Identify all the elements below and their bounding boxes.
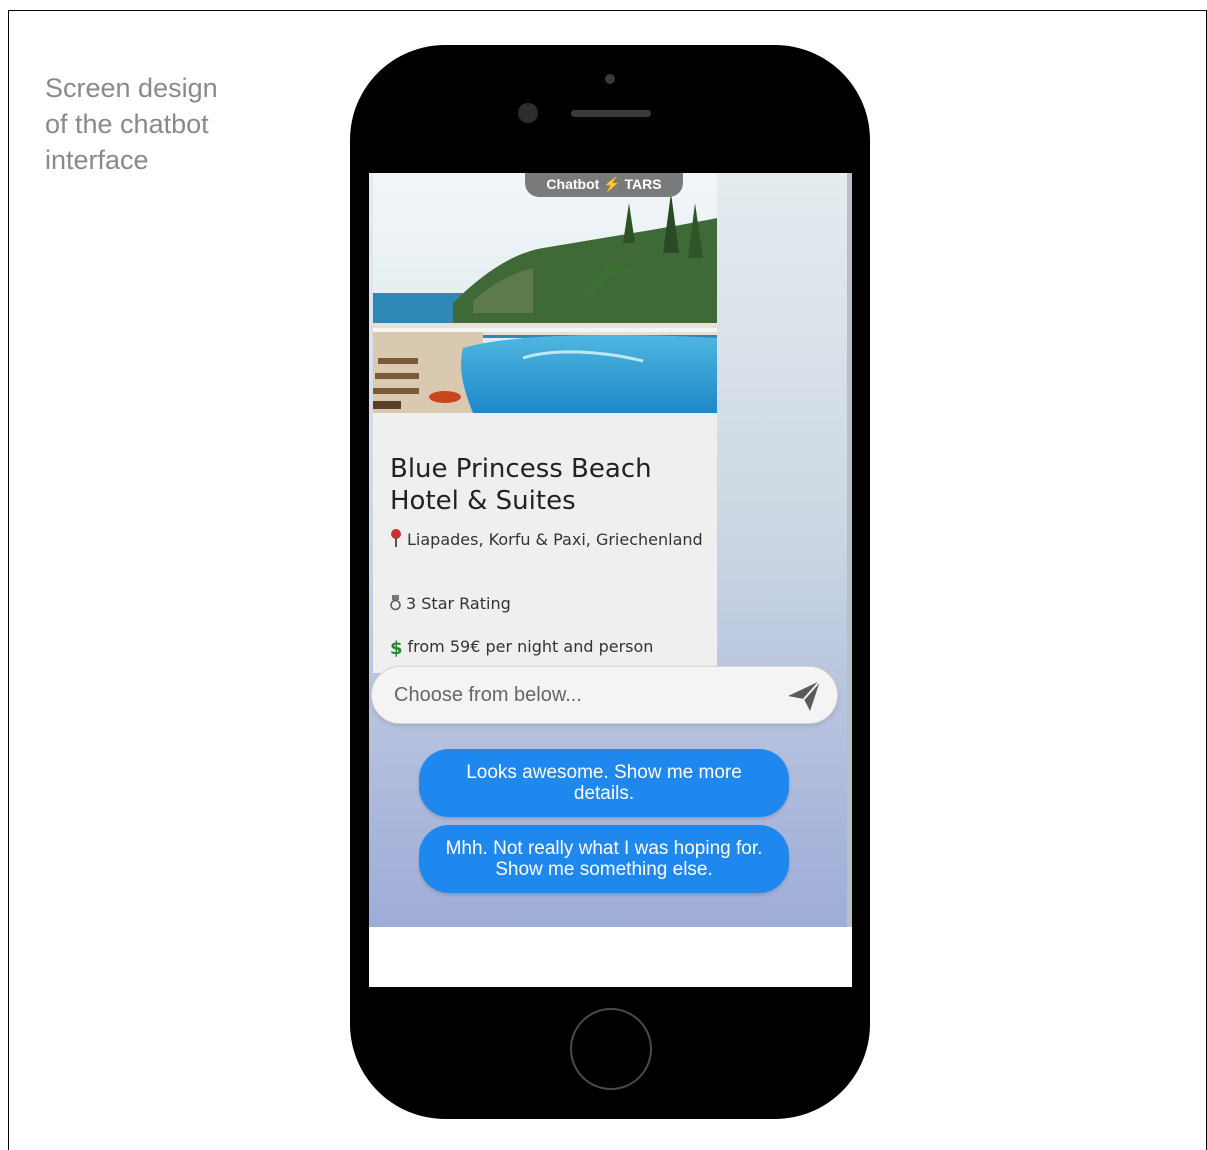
hotel-card[interactable]: Blue Princess Beach Hotel & Suites Liapa… <box>373 173 717 673</box>
hotel-rating-text: 3 Star Rating <box>406 594 511 613</box>
medal-icon <box>390 595 401 616</box>
phone-screen: Blue Princess Beach Hotel & Suites Liapa… <box>369 173 852 987</box>
figure-caption: Screen design of the chatbot interface <box>45 70 275 178</box>
caption-line-3: interface <box>45 145 149 175</box>
quick-reply-something-else[interactable]: Mhh. Not really what I was hoping for. S… <box>419 825 789 893</box>
screen-bottom-area <box>369 927 852 987</box>
phone-sensor <box>605 74 615 84</box>
header-label-right: TARS <box>624 176 662 192</box>
paper-plane-icon[interactable] <box>786 679 822 713</box>
map-pin-icon <box>390 529 402 552</box>
dollar-icon: $ <box>390 638 403 659</box>
lightning-bolt-icon: ⚡ <box>603 176 621 192</box>
hotel-rating: 3 Star Rating <box>390 593 710 616</box>
hotel-location: Liapades, Korfu & Paxi, Griechenland <box>390 529 710 552</box>
caption-line-2: of the chatbot <box>45 109 209 139</box>
message-composer <box>371 666 838 724</box>
header-label-left: Chatbot <box>546 176 600 192</box>
chat-background-edge <box>847 173 852 927</box>
phone-camera <box>518 103 538 123</box>
chatbot-header: Chatbot ⚡ TARS <box>525 173 683 197</box>
hotel-location-text: Liapades, Korfu & Paxi, Griechenland <box>407 530 703 549</box>
quick-reply-more-details[interactable]: Looks awesome. Show me more details. <box>419 749 789 817</box>
hotel-price-text: from 59€ per night and person <box>407 637 654 656</box>
hotel-price: $ from 59€ per night and person <box>390 636 710 659</box>
caption-line-1: Screen design <box>45 73 218 103</box>
phone-speaker <box>571 110 651 117</box>
home-button[interactable] <box>570 1008 652 1090</box>
message-input[interactable] <box>394 679 764 711</box>
hotel-image <box>373 173 717 413</box>
hotel-title: Blue Princess Beach Hotel & Suites <box>390 454 652 516</box>
